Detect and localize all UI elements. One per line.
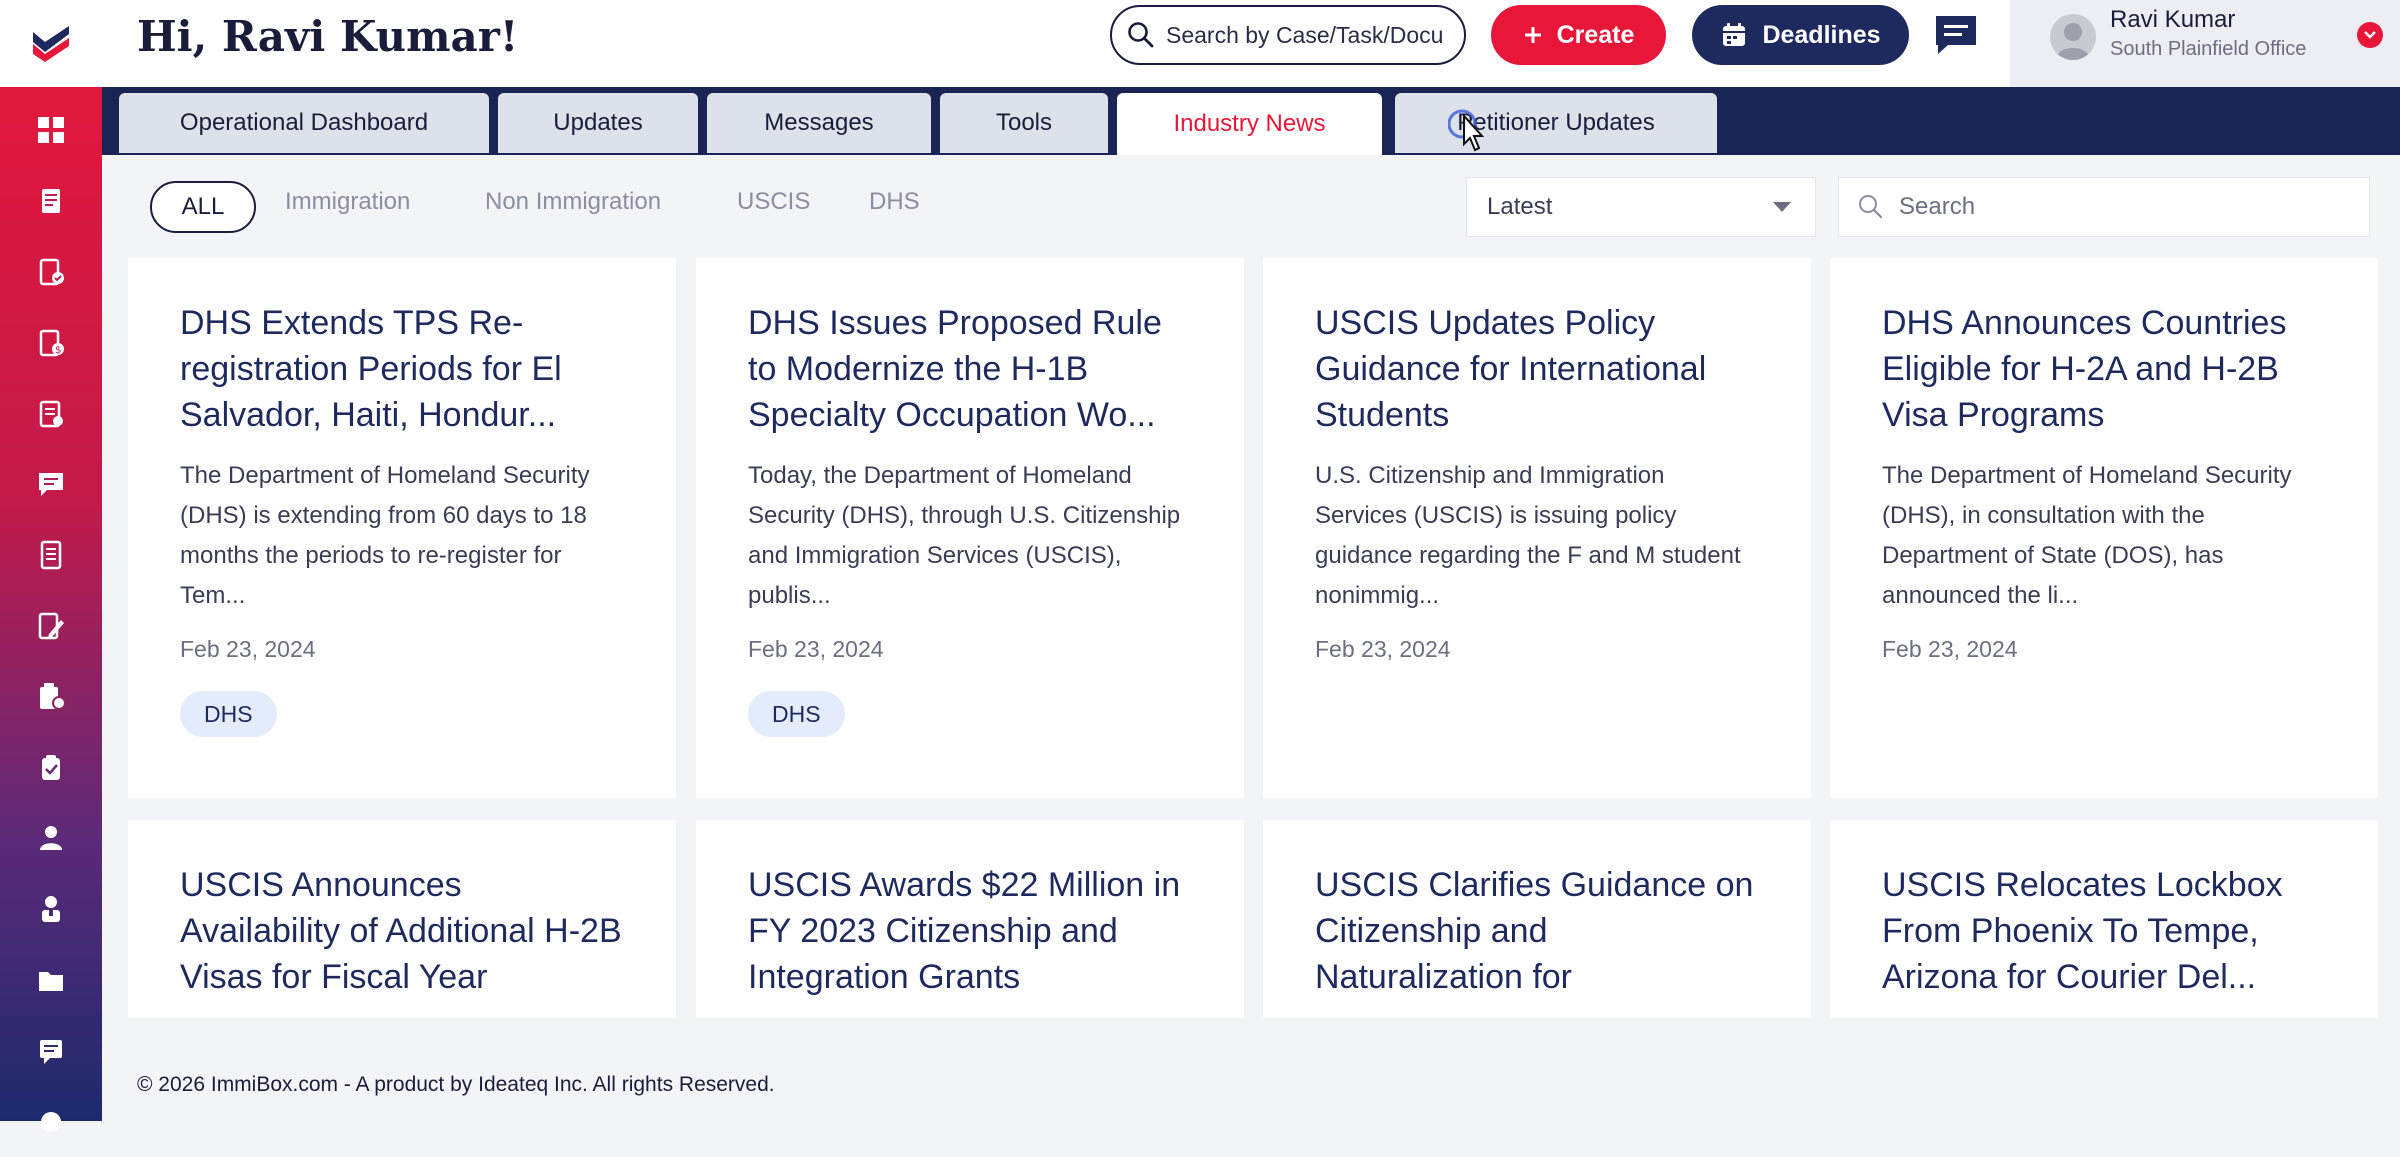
chat-icon — [40, 1039, 62, 1064]
user-office: South Plainfield Office — [2110, 38, 2307, 60]
news-card-title[interactable]: DHS Issues Proposed Rule to Modernize th… — [748, 300, 1192, 438]
calendar-icon — [1723, 23, 1746, 46]
tab-industry-news[interactable]: Industry News — [1117, 93, 1382, 155]
sidebar-item-contacts[interactable] — [0, 874, 102, 945]
sidebar-item-dashboard[interactable] — [0, 95, 102, 166]
tab-tools[interactable]: Tools — [940, 93, 1108, 153]
tab-operational-dashboard[interactable]: Operational Dashboard — [119, 93, 489, 153]
sidebar-item-forms[interactable] — [0, 237, 102, 308]
search-icon — [1859, 195, 1883, 219]
user-icon — [40, 826, 62, 851]
filter-chip-all[interactable]: ALL — [150, 181, 256, 233]
news-card-title[interactable]: USCIS Clarifies Guidance on Citizenship … — [1315, 862, 1759, 1000]
top-header: Hi, Ravi Kumar! Create Deadlines Ravi Ku… — [102, 0, 2400, 87]
news-card-date: Feb 23, 2024 — [1315, 636, 1451, 662]
sidebar-item-reports[interactable] — [0, 661, 102, 732]
news-card-date: Feb 23, 2024 — [1882, 636, 2018, 662]
forms-icon — [39, 258, 64, 286]
news-card-description: Today, the Department of Homeland Securi… — [748, 462, 1181, 609]
mouse-pointer-icon — [1448, 109, 1485, 152]
news-search-input[interactable] — [1899, 193, 2339, 221]
tab-bar: Operational Dashboard Updates Messages T… — [102, 87, 2400, 155]
news-card[interactable]: USCIS Awards $22 Million in FY 2023 Citi… — [696, 820, 1244, 1018]
sort-dropdown-value: Latest — [1487, 193, 1553, 220]
news-card[interactable]: DHS Extends TPS Re-registration Periods … — [128, 258, 676, 798]
notes-icon — [40, 540, 62, 570]
sidebar-item-tasks[interactable] — [0, 732, 102, 803]
news-card-description: The Department of Homeland Security (DHS… — [180, 462, 590, 609]
footer: © 2026 ImmiBox.com - A product by Ideate… — [102, 1040, 2400, 1121]
reports-icon — [40, 682, 66, 710]
help-icon — [41, 1111, 61, 1132]
checklist-icon — [39, 400, 63, 427]
deadlines-button[interactable]: Deadlines — [1692, 5, 1909, 65]
messages-button[interactable] — [1931, 11, 1981, 59]
sidebar-item-messages[interactable] — [0, 449, 102, 520]
news-card-date: Feb 23, 2024 — [180, 636, 316, 662]
news-card-title[interactable]: USCIS Relocates Lockbox From Phoenix To … — [1882, 862, 2326, 1000]
news-card-title[interactable]: DHS Announces Countries Eligible for H-2… — [1882, 300, 2326, 438]
sidebar-item-notes[interactable] — [0, 520, 102, 591]
sidebar-item-cases[interactable] — [0, 166, 102, 237]
create-button[interactable]: Create — [1491, 5, 1666, 65]
plus-icon — [1524, 27, 1541, 43]
create-button-label: Create — [1556, 20, 1635, 49]
message-bubble-icon — [1936, 16, 1976, 54]
global-search[interactable] — [1110, 5, 1466, 65]
news-card-date: Feb 23, 2024 — [748, 636, 884, 662]
tab-petitioner-updates[interactable]: Petitioner Updates — [1395, 93, 1717, 153]
news-card[interactable]: USCIS Announces Availability of Addition… — [128, 820, 676, 1018]
filter-chip-immigration[interactable]: Immigration — [285, 188, 410, 216]
user-name: Ravi Kumar — [2110, 6, 2236, 33]
sidebar-item-chat[interactable] — [0, 1015, 102, 1086]
global-search-input[interactable] — [1166, 21, 1446, 49]
filter-chip-dhs[interactable]: DHS — [869, 188, 920, 216]
tab-updates[interactable]: Updates — [498, 93, 698, 153]
immibox-logo[interactable] — [0, 0, 102, 87]
news-card[interactable]: USCIS Relocates Lockbox From Phoenix To … — [1830, 820, 2378, 1018]
dashboard-icon — [38, 117, 64, 144]
caret-down-icon — [1773, 202, 1791, 212]
folder-icon — [39, 971, 63, 991]
news-card-tag: DHS — [180, 691, 277, 737]
filter-chip-uscis[interactable]: USCIS — [737, 188, 810, 216]
sidebar-nav: $ — [0, 95, 102, 1157]
sidebar-item-checklist[interactable] — [0, 378, 102, 449]
tasks-icon — [42, 754, 60, 780]
contacts-icon — [42, 896, 60, 923]
sort-dropdown[interactable]: Latest — [1466, 177, 1816, 237]
messages-icon — [39, 473, 63, 497]
svg-text:$: $ — [55, 345, 61, 356]
news-card-title[interactable]: USCIS Updates Policy Guidance for Intern… — [1315, 300, 1759, 438]
page-greeting: Hi, Ravi Kumar! — [137, 12, 519, 61]
search-icon — [1128, 22, 1154, 48]
footer-copyright: © 2026 ImmiBox.com - A product by Ideate… — [137, 1073, 775, 1096]
sidebar-item-edit-document[interactable] — [0, 591, 102, 662]
filter-chip-non-immigration[interactable]: Non Immigration — [485, 188, 661, 216]
avatar — [2050, 14, 2096, 60]
news-card-title[interactable]: DHS Extends TPS Re-registration Periods … — [180, 300, 624, 438]
chevron-down-icon[interactable] — [2357, 22, 2383, 48]
deadlines-button-label: Deadlines — [1762, 20, 1881, 49]
news-card-title[interactable]: USCIS Announces Availability of Addition… — [180, 862, 624, 1000]
sidebar-item-help[interactable] — [0, 1086, 102, 1157]
user-profile[interactable]: Ravi Kumar South Plainfield Office — [2010, 0, 2400, 87]
news-card[interactable]: USCIS Updates Policy Guidance for Intern… — [1263, 258, 1811, 798]
news-card[interactable]: DHS Issues Proposed Rule to Modernize th… — [696, 258, 1244, 798]
tab-messages[interactable]: Messages — [707, 93, 931, 153]
sidebar-item-folder[interactable] — [0, 945, 102, 1016]
news-card[interactable]: USCIS Clarifies Guidance on Citizenship … — [1263, 820, 1811, 1018]
news-card-description: The Department of Homeland Security (DHS… — [1882, 462, 2292, 609]
billing-icon: $ — [39, 329, 64, 357]
news-card[interactable]: DHS Announces Countries Eligible for H-2… — [1830, 258, 2378, 798]
cases-icon — [42, 189, 60, 214]
news-search[interactable] — [1838, 177, 2370, 237]
sidebar-item-user[interactable] — [0, 803, 102, 874]
news-card-tag: DHS — [748, 691, 845, 737]
news-card-description: U.S. Citizenship and Immigration Service… — [1315, 462, 1741, 609]
sidebar-item-billing[interactable]: $ — [0, 307, 102, 378]
sidebar: $ — [0, 0, 102, 1132]
edit-document-icon — [38, 612, 64, 640]
news-card-title[interactable]: USCIS Awards $22 Million in FY 2023 Citi… — [748, 862, 1192, 1000]
